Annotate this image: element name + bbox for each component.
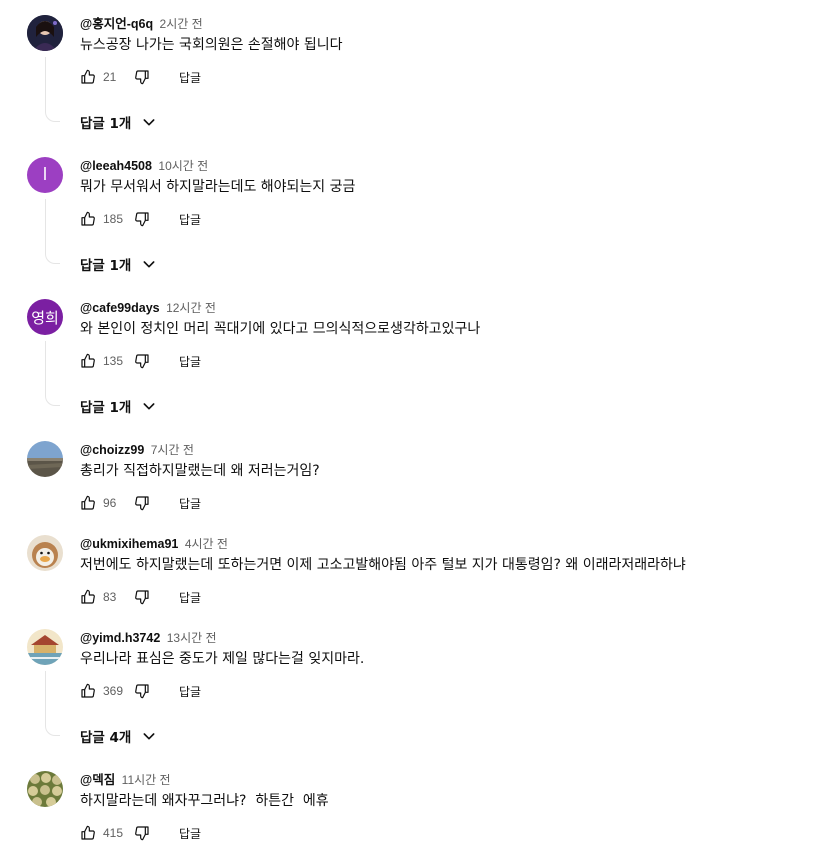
avatar[interactable] [27, 771, 63, 807]
comment-actions: 96 답글 [79, 491, 201, 515]
comment-author[interactable]: @leeah4508 [80, 159, 152, 173]
comment-actions: 369 답글 [79, 679, 201, 703]
comment-text: 뉴스공장 나가는 국회의원은 손절해야 됩니다 [80, 37, 343, 53]
chevron-down-icon [141, 398, 157, 414]
reply-button[interactable]: 답글 [179, 353, 201, 370]
avatar[interactable] [27, 629, 63, 665]
comment-header: @yimd.h3742 13시간 전 [80, 629, 217, 647]
comment-time[interactable]: 13시간 전 [167, 631, 217, 645]
avatar-photo [27, 15, 63, 51]
avatar-photo [27, 771, 63, 807]
thumbs-down-icon[interactable] [133, 682, 151, 700]
avatar-photo [27, 441, 63, 477]
avatar[interactable]: 영희 [27, 299, 63, 335]
chevron-down-icon [141, 256, 157, 272]
avatar-initial: 영희 [31, 308, 59, 327]
replies-count-label: 답글 1개 [80, 400, 132, 416]
comment-text: 저번에도 하지말랬는데 또하는거면 이제 고소고발해야됨 아주 털보 지가 대통… [80, 557, 686, 573]
comment-author[interactable]: @choizz99 [80, 443, 144, 457]
thumbs-down-icon[interactable] [133, 352, 151, 370]
thumbs-down-icon[interactable] [133, 824, 151, 842]
view-replies-button[interactable]: 답글 4개 [80, 724, 157, 748]
comment-text: 와 본인이 정치인 머리 꼭대기에 있다고 므의식적으로생각하고있구나 [80, 321, 481, 337]
comment-text: 우리나라 표심은 중도가 제일 많다는걸 잊지마라. [80, 651, 365, 667]
comment-actions: 415 답글 [79, 821, 201, 845]
comment-text: 총리가 직접하지말랬는데 왜 저러는거임? [80, 463, 320, 479]
comment-actions: 83 답글 [79, 585, 201, 609]
comment-header: @cafe99days 12시간 전 [80, 299, 216, 317]
chevron-down-icon [141, 114, 157, 130]
comment-time[interactable]: 4시간 전 [185, 537, 228, 551]
avatar[interactable] [27, 15, 63, 51]
thumbs-up-icon[interactable] [79, 210, 97, 228]
comment-time[interactable]: 12시간 전 [166, 301, 216, 315]
like-count: 415 [103, 826, 124, 840]
comment-header: @홍지언-q6q 2시간 전 [80, 15, 203, 33]
reply-button[interactable]: 답글 [179, 69, 201, 86]
thumbs-up-icon[interactable] [79, 68, 97, 86]
reply-button[interactable]: 답글 [179, 683, 201, 700]
thumbs-up-icon[interactable] [79, 352, 97, 370]
avatar[interactable]: l [27, 157, 63, 193]
thumbs-down-icon[interactable] [133, 588, 151, 606]
comment-author[interactable]: @홍지언-q6q [80, 17, 153, 31]
reply-button[interactable]: 답글 [179, 825, 201, 842]
comment-text: 뭐가 무서워서 하지말라는데도 해야되는지 궁금 [80, 179, 356, 195]
comment-header: @ukmixihema91 4시간 전 [80, 535, 228, 553]
comment-header: @leeah4508 10시간 전 [80, 157, 208, 175]
thumbs-down-icon[interactable] [133, 494, 151, 512]
thumbs-down-icon[interactable] [133, 210, 151, 228]
replies-count-label: 답글 4개 [80, 730, 132, 746]
comment-author[interactable]: @덱짐 [80, 773, 115, 787]
view-replies-button[interactable]: 답글 1개 [80, 394, 157, 418]
avatar[interactable] [27, 441, 63, 477]
comment-author[interactable]: @cafe99days [80, 301, 160, 315]
chevron-down-icon [141, 728, 157, 744]
like-count: 96 [103, 496, 117, 510]
replies-count-label: 답글 1개 [80, 116, 132, 132]
reply-button[interactable]: 답글 [179, 211, 201, 228]
thread-connector [45, 57, 60, 122]
thumbs-up-icon[interactable] [79, 494, 97, 512]
thread-connector [45, 671, 60, 736]
thumbs-down-icon[interactable] [133, 68, 151, 86]
like-count: 83 [103, 590, 117, 604]
comment-header: @choizz99 7시간 전 [80, 441, 194, 459]
comment-author[interactable]: @ukmixihema91 [80, 537, 178, 551]
like-count: 369 [103, 684, 124, 698]
replies-count-label: 답글 1개 [80, 258, 132, 274]
comment-header: @덱짐 11시간 전 [80, 771, 171, 789]
avatar-photo [27, 535, 63, 571]
comment-time[interactable]: 7시간 전 [151, 443, 194, 457]
thumbs-up-icon[interactable] [79, 824, 97, 842]
thread-connector [45, 341, 60, 406]
view-replies-button[interactable]: 답글 1개 [80, 252, 157, 276]
like-count: 21 [103, 70, 117, 84]
comment-actions: 135 답글 [79, 349, 201, 373]
like-count: 185 [103, 212, 124, 226]
comment-author[interactable]: @yimd.h3742 [80, 631, 160, 645]
avatar[interactable] [27, 535, 63, 571]
reply-button[interactable]: 답글 [179, 495, 201, 512]
thumbs-up-icon[interactable] [79, 588, 97, 606]
comment-time[interactable]: 10시간 전 [158, 159, 208, 173]
view-replies-button[interactable]: 답글 1개 [80, 110, 157, 134]
comment-actions: 185 답글 [79, 207, 201, 231]
avatar-initial: l [42, 165, 48, 185]
reply-button[interactable]: 답글 [179, 589, 201, 606]
comment-text: 하지말라는데 왜자꾸그러냐? 하튼간 에휴 [80, 793, 329, 809]
avatar-photo [27, 629, 63, 665]
comment-time[interactable]: 2시간 전 [160, 17, 203, 31]
comment-actions: 21 답글 [79, 65, 201, 89]
like-count: 135 [103, 354, 124, 368]
thumbs-up-icon[interactable] [79, 682, 97, 700]
thread-connector [45, 199, 60, 264]
comment-time[interactable]: 11시간 전 [122, 773, 171, 787]
